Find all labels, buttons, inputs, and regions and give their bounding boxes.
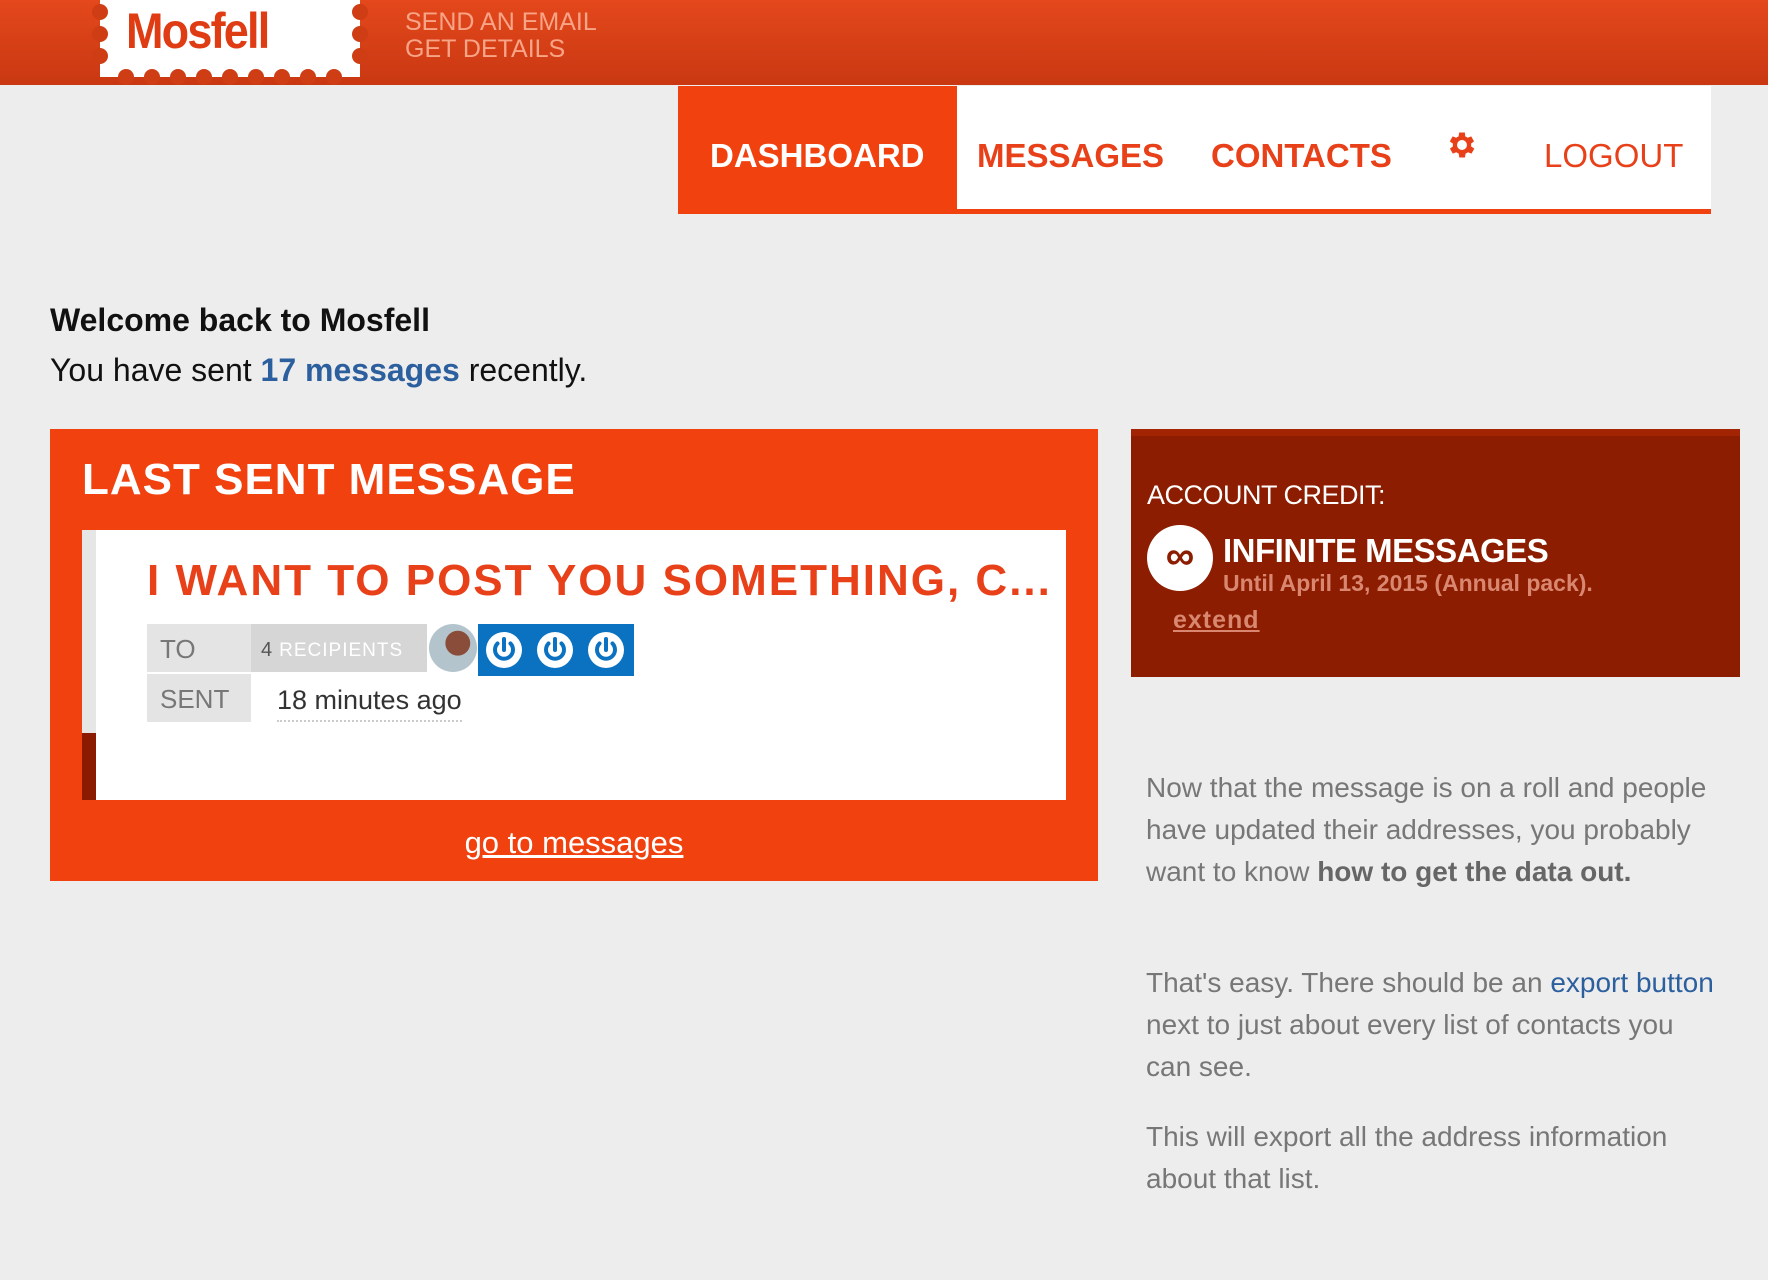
help-text: That's easy. There should be an [1146, 967, 1543, 998]
message-subject[interactable]: I WANT TO POST YOU SOMETHING, C... [147, 556, 1052, 606]
help-paragraph-3: This will export all the address informa… [1146, 1121, 1668, 1194]
get-details-link[interactable]: GET DETAILS [405, 36, 597, 63]
export-button-link[interactable]: export button [1550, 967, 1713, 998]
message-count-link[interactable]: 17 messages [261, 352, 460, 388]
credit-value: INFINITE MESSAGES [1223, 532, 1549, 569]
recipient-count: 4 [261, 639, 274, 661]
sent-time: 18 minutes ago [277, 685, 462, 722]
infinity-icon: ∞ [1147, 525, 1213, 591]
last-sent-heading: LAST SENT MESSAGE [82, 455, 576, 504]
help-paragraph-1: Now that the message is on a roll and pe… [1146, 767, 1726, 893]
power-icon[interactable] [586, 630, 626, 670]
help-text: next to just about every list of contact… [1146, 1009, 1674, 1082]
nav-messages[interactable]: MESSAGES [977, 86, 1164, 209]
nav-logout[interactable]: LOGOUT [1544, 86, 1683, 209]
welcome-subtitle: You have sent 17 messages recently. [50, 352, 587, 389]
welcome-suffix: recently. [468, 352, 588, 388]
logo[interactable]: Mosfell [92, 0, 368, 85]
top-links: SEND AN EMAIL GET DETAILS [405, 9, 597, 63]
credit-expiry: Until April 13, 2015 (Annual pack). [1223, 570, 1593, 596]
account-credit-panel: ACCOUNT CREDIT: ∞ INFINITE MESSAGES Unti… [1131, 429, 1740, 677]
avatar[interactable] [429, 624, 477, 672]
account-credit-label: ACCOUNT CREDIT: [1147, 480, 1386, 510]
nav-dashboard[interactable]: DASHBOARD [678, 86, 957, 209]
last-sent-panel: LAST SENT MESSAGE I WANT TO POST YOU SOM… [50, 429, 1098, 881]
welcome-prefix: You have sent [50, 352, 252, 388]
recipients-label: RECIPIENTS [279, 640, 404, 661]
welcome-title: Welcome back to Mosfell [50, 302, 430, 338]
main-nav: DASHBOARD MESSAGES CONTACTS LOGOUT [678, 86, 1711, 214]
message-card[interactable]: I WANT TO POST YOU SOMETHING, C... TO 4R… [82, 530, 1066, 800]
logo-text: Mosfell [126, 3, 270, 59]
gear-icon[interactable] [1445, 128, 1479, 167]
to-label: TO [147, 624, 251, 672]
go-to-messages-link[interactable]: go to messages [50, 825, 1098, 861]
recipients-pill[interactable]: 4 RECIPIENTS [251, 624, 427, 672]
send-email-link[interactable]: SEND AN EMAIL [405, 9, 597, 36]
help-paragraph-2: That's easy. There should be an export b… [1146, 962, 1726, 1088]
help-emphasis: how to get the data out. [1317, 856, 1632, 887]
top-banner: Mosfell SEND AN EMAIL GET DETAILS [0, 0, 1768, 85]
power-icon[interactable] [484, 630, 524, 670]
card-edge-accent [82, 733, 96, 800]
sent-label: SENT [147, 674, 251, 722]
power-icon[interactable] [535, 630, 575, 670]
nav-contacts[interactable]: CONTACTS [1211, 86, 1392, 209]
extend-link[interactable]: extend [1173, 606, 1260, 635]
recipient-icons [478, 624, 634, 676]
